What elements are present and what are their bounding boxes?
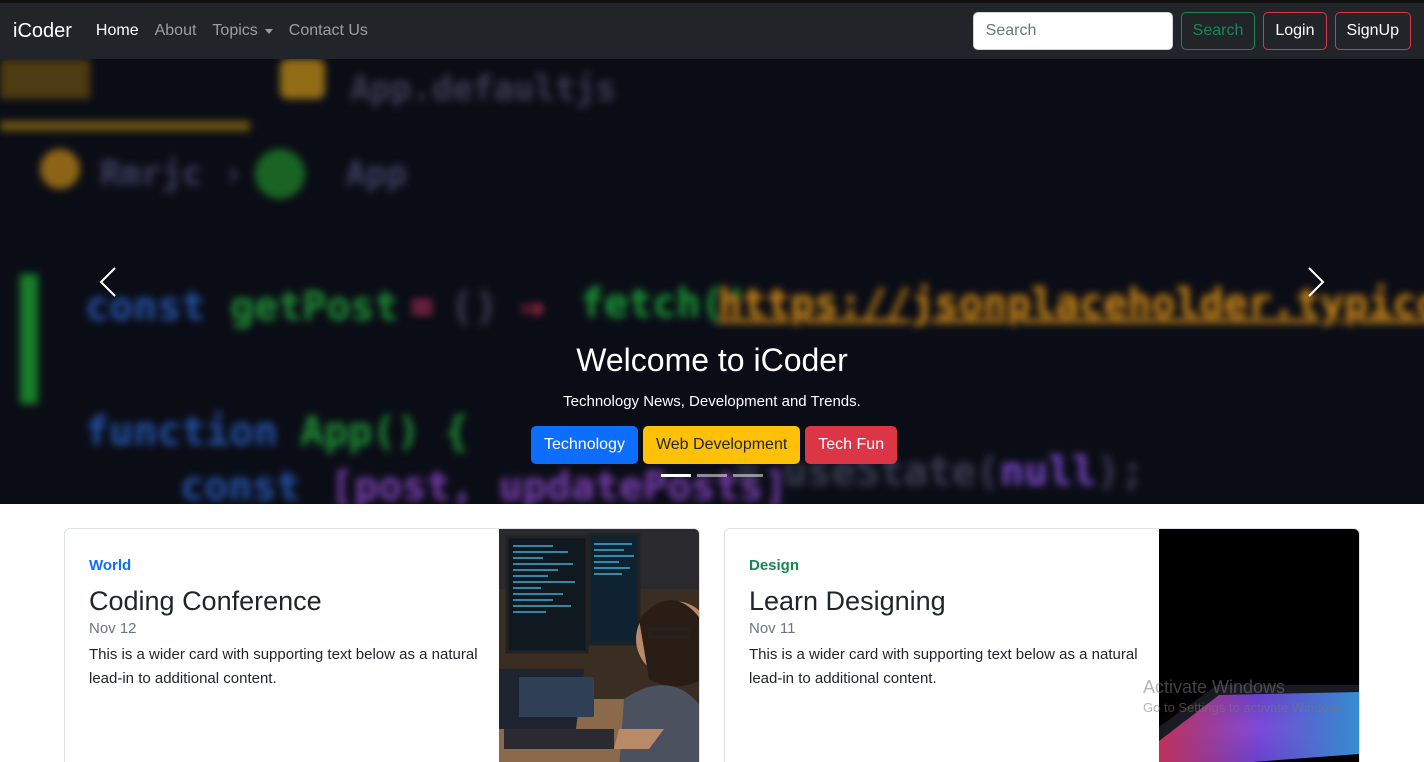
post-card-learn-designing: Design Learn Designing Nov 11 This is a … <box>724 528 1360 762</box>
web-development-button[interactable]: Web Development <box>642 426 801 464</box>
carousel-next-button[interactable] <box>1301 262 1331 302</box>
signup-button[interactable]: SignUp <box>1334 12 1411 50</box>
card-category: Design <box>749 557 800 574</box>
carousel-prev-button[interactable] <box>93 262 123 302</box>
search-button[interactable]: Search <box>1180 12 1256 50</box>
search-input[interactable] <box>972 12 1173 50</box>
card-image-coder-at-desk <box>499 529 699 762</box>
hero-buttons: Technology Web Development Tech Fun <box>531 426 902 464</box>
chevron-right-icon <box>1308 267 1325 297</box>
carousel-indicator-2[interactable] <box>697 474 727 477</box>
post-card-coding-conference: World Coding Conference Nov 12 This is a… <box>64 528 700 762</box>
hero-carousel: App.defaultjs Rmrjc › App const getPost … <box>0 59 1424 504</box>
nav-search-form: Search Login SignUp <box>972 12 1411 50</box>
watermark-title: Activate Windows <box>1143 677 1286 697</box>
nav-home-link[interactable]: Home <box>96 22 139 40</box>
card-title: Learn Designing <box>749 586 946 616</box>
card-date: Nov 11 <box>749 620 796 637</box>
carousel-indicators <box>661 474 769 477</box>
card-text: This is a wider card with supporting tex… <box>749 646 1138 687</box>
hero-title: Welcome to iCoder <box>576 342 848 378</box>
card-image-laptop-glow <box>1159 529 1359 762</box>
nav-topics-label: Topics <box>212 22 258 39</box>
nav-about-link[interactable]: About <box>155 22 197 40</box>
navbar: iCoder Home About Topics Contact Us Sear… <box>0 0 1424 59</box>
caret-down-icon <box>264 28 273 34</box>
carousel-caption: Welcome to iCoder Technology News, Devel… <box>0 342 1424 410</box>
windows-activation-watermark: Activate Windows Go to Settings to activ… <box>1143 677 1348 715</box>
watermark-subtitle: Go to Settings to activate Windows. <box>1143 700 1349 715</box>
card-text: This is a wider card with supporting tex… <box>89 646 478 687</box>
brand-logo[interactable]: iCoder <box>13 20 72 43</box>
tech-fun-button[interactable]: Tech Fun <box>805 426 898 464</box>
card-body: Design Learn Designing Nov 11 This is a … <box>749 557 1149 691</box>
nav-links: Home About Topics Contact Us <box>96 22 384 40</box>
nav-topics-dropdown[interactable]: Topics <box>212 22 273 40</box>
card-date: Nov 12 <box>89 620 137 637</box>
nav-contact-link[interactable]: Contact Us <box>289 22 368 40</box>
card-category: World <box>89 557 132 574</box>
technology-button[interactable]: Technology <box>531 426 638 464</box>
card-title: Coding Conference <box>89 586 322 616</box>
chevron-left-icon <box>99 267 116 297</box>
login-button[interactable]: Login <box>1263 12 1327 50</box>
carousel-indicator-1[interactable] <box>661 474 691 477</box>
hero-subtitle: Technology News, Development and Trends. <box>563 393 861 410</box>
carousel-indicator-3[interactable] <box>733 474 763 477</box>
card-body: World Coding Conference Nov 12 This is a… <box>89 557 489 691</box>
